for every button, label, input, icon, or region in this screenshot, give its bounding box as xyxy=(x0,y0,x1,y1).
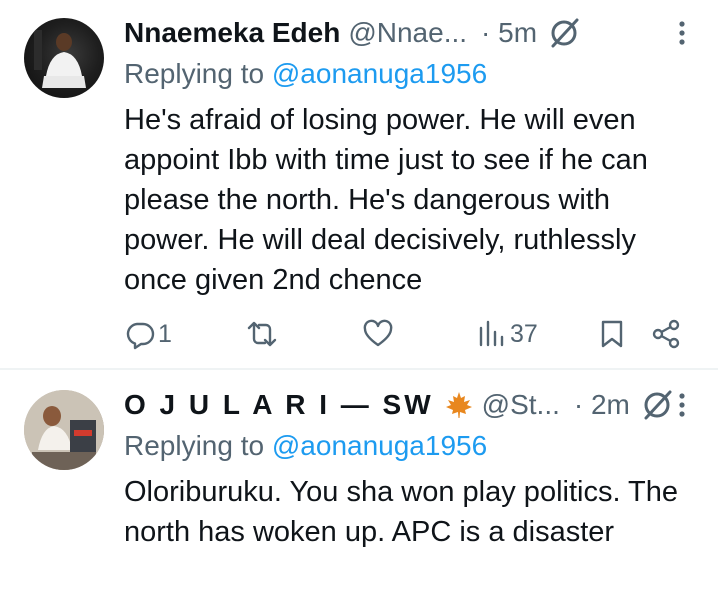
avatar[interactable] xyxy=(24,390,104,470)
mention-link[interactable]: @aonanuga1956 xyxy=(272,58,487,89)
more-vertical-icon[interactable] xyxy=(670,20,694,46)
tweet-text: He's afraid of losing power. He will eve… xyxy=(124,104,648,296)
divider xyxy=(0,368,718,370)
reply-bubble-icon xyxy=(126,322,155,350)
handle[interactable]: @St... xyxy=(482,389,560,421)
replying-prefix: Replying to xyxy=(124,430,272,461)
reply-count: 1 xyxy=(158,319,172,348)
handle[interactable]: @Nnae... xyxy=(348,17,467,49)
like-button[interactable] xyxy=(362,312,394,356)
share-icon xyxy=(652,319,680,349)
tweet-text: Oloriburuku. You sha won play politics. … xyxy=(124,476,679,548)
views-button[interactable]: 37 xyxy=(476,312,538,356)
views-bar-icon xyxy=(479,320,504,347)
bookmark-icon xyxy=(601,320,623,348)
avatar-photo xyxy=(24,390,104,470)
views-count: 37 xyxy=(510,319,538,348)
display-name[interactable]: O J U L A R I — SW xyxy=(124,389,434,421)
mention-link[interactable]: @aonanuga1956 xyxy=(272,430,487,461)
reply-feed: Nnaemeka Edeh @Nnae... · 5m Replying to … xyxy=(0,0,718,612)
bookmark-button[interactable] xyxy=(596,312,628,356)
heart-icon xyxy=(363,319,393,347)
grok-slash-circle-icon[interactable] xyxy=(547,16,581,50)
maple-leaf-icon xyxy=(445,392,472,418)
replying-to: Replying to @aonanuga1956 xyxy=(124,58,487,90)
retweet-icon xyxy=(247,321,277,347)
tweet-header: O J U L A R I — SW @St... · 2m xyxy=(124,386,694,424)
timestamp[interactable]: · 5m xyxy=(481,17,537,49)
tweet-header: Nnaemeka Edeh @Nnae... · 5m xyxy=(124,14,694,52)
action-bar: 1 37 xyxy=(124,312,694,356)
avatar-photo xyxy=(34,30,86,88)
tweet-1[interactable]: Nnaemeka Edeh @Nnae... · 5m Replying to … xyxy=(0,0,718,368)
tweet-2[interactable]: O J U L A R I — SW @St... · 2m Replying … xyxy=(0,372,718,612)
replying-prefix: Replying to xyxy=(124,58,272,89)
retweet-button[interactable] xyxy=(246,312,278,356)
reply-button[interactable]: 1 xyxy=(124,312,172,356)
replying-to: Replying to @aonanuga1956 xyxy=(124,430,487,462)
timestamp[interactable]: · 2m xyxy=(574,389,630,421)
display-name[interactable]: Nnaemeka Edeh xyxy=(124,17,340,49)
more-vertical-icon[interactable] xyxy=(670,392,694,418)
share-button[interactable] xyxy=(650,312,682,356)
grok-slash-circle-icon[interactable] xyxy=(640,388,674,422)
avatar[interactable] xyxy=(24,18,104,98)
